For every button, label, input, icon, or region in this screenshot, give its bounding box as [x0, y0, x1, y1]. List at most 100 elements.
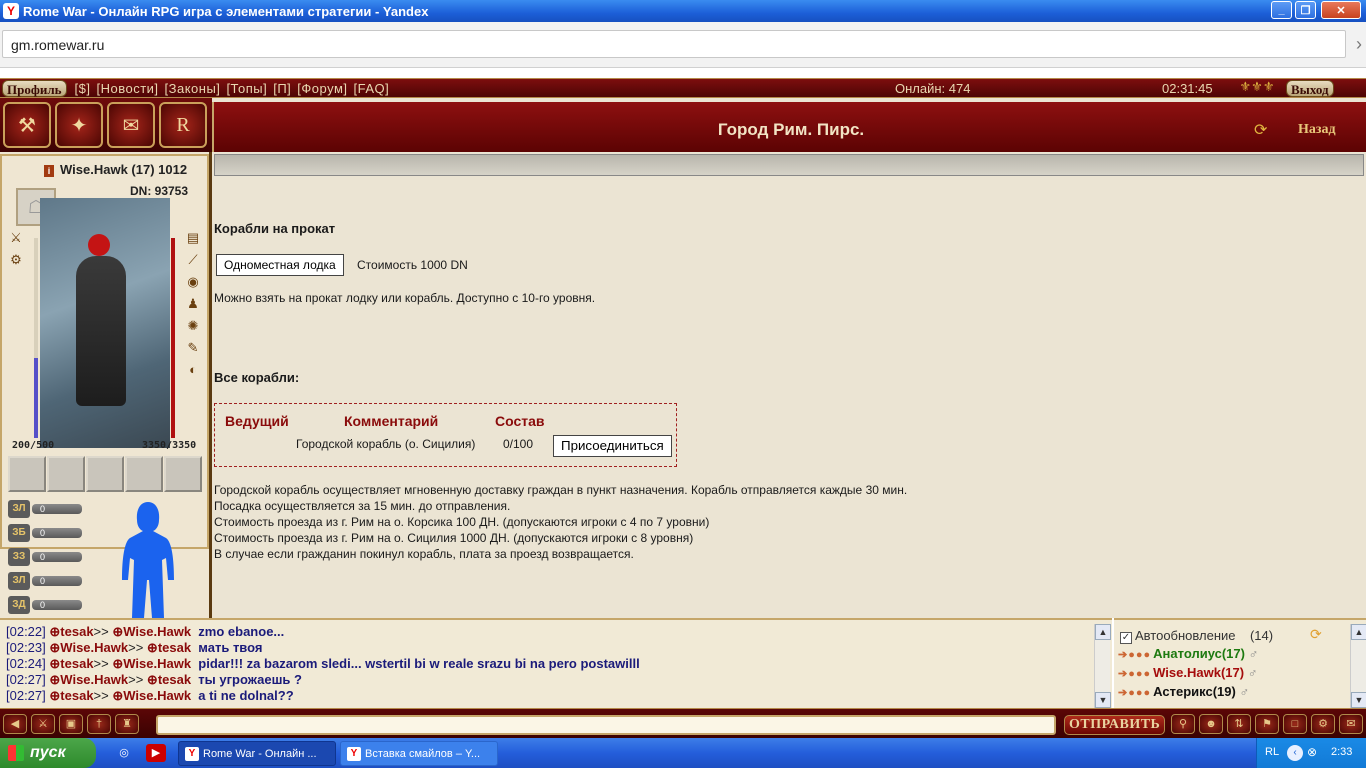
- user-name[interactable]: Wise.Hawk: [1153, 665, 1221, 680]
- item-slot[interactable]: [125, 456, 163, 492]
- user-level: (17): [1220, 665, 1245, 680]
- sort-icon[interactable]: ⇅: [1227, 714, 1251, 734]
- chat-to[interactable]: ⊕Wise.Hawk: [112, 688, 191, 703]
- chat-input[interactable]: [156, 715, 1056, 735]
- nav-link-p[interactable]: [П]: [273, 81, 291, 96]
- mail-icon[interactable]: ✉: [1339, 714, 1363, 734]
- item-slot[interactable]: [47, 456, 85, 492]
- youtube-icon[interactable]: ▶: [146, 744, 166, 762]
- nav-link-laws[interactable]: [Законы]: [165, 81, 221, 96]
- chat-from-name[interactable]: Wise.Hawk: [60, 672, 128, 687]
- maximize-button[interactable]: ❐: [1295, 1, 1316, 19]
- speaker-icon[interactable]: ◀: [3, 714, 27, 734]
- join-button[interactable]: Присоединиться: [553, 435, 672, 457]
- autoupdate-toggle[interactable]: ✓ Автообновление (14): [1120, 628, 1273, 644]
- item-slot[interactable]: [164, 456, 202, 492]
- settings-icon[interactable]: ⚙: [1311, 714, 1335, 734]
- spear-icon[interactable]: ⟋: [185, 252, 201, 268]
- user-row[interactable]: ➔●●● Wise.Hawk(17) ♂: [1118, 665, 1257, 680]
- scroll-down-button[interactable]: ▼: [1351, 692, 1366, 708]
- sword-icon[interactable]: †: [87, 714, 111, 734]
- tray-arrow-icon[interactable]: ‹: [1287, 745, 1303, 761]
- yandex-icon: Y: [3, 3, 19, 19]
- chat-to-name[interactable]: tesak: [158, 672, 191, 687]
- user-name[interactable]: Астерикс: [1153, 684, 1213, 699]
- chat-from[interactable]: ⊕Wise.Hawk: [49, 672, 128, 687]
- globe-icon[interactable]: ◐: [185, 362, 201, 378]
- chat-to[interactable]: ⊕Wise.Hawk: [112, 624, 191, 639]
- nav-link-news[interactable]: [Новости]: [96, 81, 158, 96]
- scroll-icon[interactable]: ✉: [107, 102, 155, 148]
- chat-to[interactable]: ⊕tesak: [147, 672, 191, 687]
- nav-link-faq[interactable]: [FAQ]: [354, 81, 390, 96]
- gear-icon[interactable]: ⚙: [8, 252, 24, 268]
- network-icon[interactable]: ⊗: [1307, 745, 1317, 759]
- chat-to[interactable]: ⊕tesak: [147, 640, 191, 655]
- chest-icon[interactable]: ▣: [59, 714, 83, 734]
- yandex-icon: Y: [185, 747, 199, 761]
- browser-quick-icon[interactable]: ◎: [114, 744, 134, 762]
- inventory-icon[interactable]: ⚒: [3, 102, 51, 148]
- chat-from[interactable]: ⊕Wise.Hawk: [49, 640, 128, 655]
- chat-from-name[interactable]: tesak: [60, 688, 93, 703]
- scroll-down-button[interactable]: ▼: [1095, 692, 1111, 708]
- helmet-icon[interactable]: ♜: [115, 714, 139, 734]
- smile-icon[interactable]: ☻: [1199, 714, 1223, 734]
- exit-button[interactable]: Выход: [1286, 79, 1334, 97]
- info-icon[interactable]: i: [44, 165, 54, 177]
- user-name[interactable]: Анатолиус: [1153, 646, 1222, 661]
- users-scrollbar[interactable]: ▲ ▼: [1350, 624, 1366, 708]
- minimize-button[interactable]: _: [1271, 1, 1292, 19]
- eagle-icon: ⚜⚜⚜: [1239, 79, 1275, 94]
- window-icon[interactable]: □: [1283, 714, 1307, 734]
- people-icon[interactable]: ♟: [185, 296, 201, 312]
- scroll-side-icon[interactable]: ▤: [185, 230, 201, 246]
- refresh-icon[interactable]: ⟳: [1254, 120, 1276, 139]
- start-button[interactable]: пуск: [0, 738, 96, 768]
- shield-icon[interactable]: ◉: [185, 274, 201, 290]
- chat-from-name[interactable]: tesak: [60, 624, 93, 639]
- chevron-right-icon[interactable]: ›: [1356, 34, 1362, 55]
- map-icon[interactable]: ✦: [55, 102, 103, 148]
- item-slot[interactable]: [8, 456, 46, 492]
- body-figure-icon[interactable]: [118, 500, 178, 618]
- nav-link-forum[interactable]: [Форум]: [297, 81, 347, 96]
- book-icon[interactable]: R: [159, 102, 207, 148]
- chat-to-name[interactable]: Wise.Hawk: [123, 656, 191, 671]
- send-button[interactable]: ОТПРАВИТЬ: [1064, 715, 1166, 735]
- url-field[interactable]: gm.romewar.ru: [2, 30, 1346, 58]
- refresh-users-icon[interactable]: ⟳: [1310, 626, 1322, 643]
- stat-row: ЗЛ 0: [8, 572, 88, 590]
- chat-to-name[interactable]: tesak: [158, 640, 191, 655]
- chat-from[interactable]: ⊕tesak: [49, 688, 93, 703]
- chat-from-name[interactable]: Wise.Hawk: [60, 640, 128, 655]
- chat-to-name[interactable]: Wise.Hawk: [123, 624, 191, 639]
- item-slot[interactable]: [86, 456, 124, 492]
- language-indicator[interactable]: RL: [1265, 746, 1279, 758]
- profile-button[interactable]: Профиль: [2, 79, 67, 97]
- chat-from[interactable]: ⊕tesak: [49, 624, 93, 639]
- scroll-up-button[interactable]: ▲: [1095, 624, 1111, 640]
- battle-icon[interactable]: ⚔: [31, 714, 55, 734]
- chat-scrollbar[interactable]: ▲ ▼: [1094, 624, 1111, 708]
- user-row[interactable]: ➔●●● Астерикс(19) ♂: [1118, 684, 1249, 699]
- nav-link-tops[interactable]: [Топы]: [226, 81, 267, 96]
- chat-to[interactable]: ⊕Wise.Hawk: [112, 656, 191, 671]
- rent-boat-button[interactable]: Одноместная лодка: [216, 254, 344, 276]
- search-icon[interactable]: ⚲: [1171, 714, 1195, 734]
- checkbox-icon[interactable]: ✓: [1120, 632, 1132, 644]
- taskbar-item-smiles[interactable]: Y Вставка смайлов – Y...: [340, 741, 498, 766]
- scroll-up-button[interactable]: ▲: [1351, 624, 1366, 640]
- back-link[interactable]: Назад: [1298, 122, 1336, 138]
- chat-to-name[interactable]: Wise.Hawk: [123, 688, 191, 703]
- nav-link-money[interactable]: [$]: [75, 81, 91, 96]
- swords-icon[interactable]: ⚔: [8, 230, 24, 246]
- quill-icon[interactable]: ✎: [185, 340, 201, 356]
- close-button[interactable]: ✕: [1321, 1, 1361, 19]
- sun-icon[interactable]: ✺: [185, 318, 201, 334]
- chat-from[interactable]: ⊕tesak: [49, 656, 93, 671]
- chat-from-name[interactable]: tesak: [60, 656, 93, 671]
- taskbar-item-romewar[interactable]: Y Rome War - Онлайн ...: [178, 741, 336, 766]
- user-row[interactable]: ➔●●● Анатолиус(17) ♂: [1118, 646, 1258, 661]
- flag-icon[interactable]: ⚑: [1255, 714, 1279, 734]
